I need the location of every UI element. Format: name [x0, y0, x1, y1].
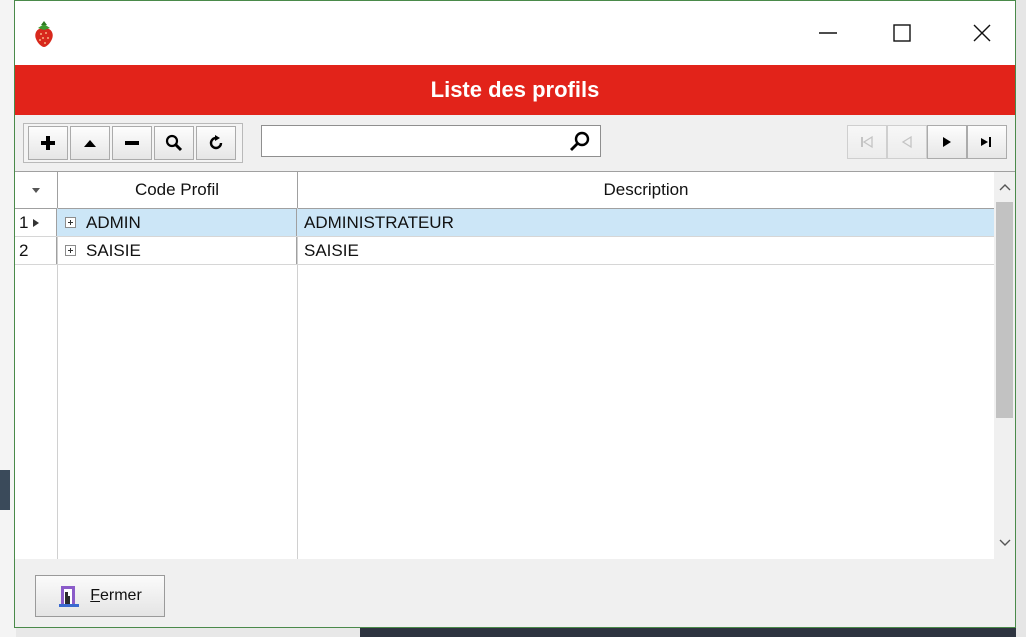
row-number: 2 [19, 240, 29, 260]
last-record-button[interactable] [967, 125, 1007, 159]
row-indicator: 2 [15, 237, 57, 264]
table-row[interactable]: 2 SAISIE SAISIE [15, 237, 994, 265]
search-input[interactable] [266, 130, 560, 154]
table-row[interactable]: 1 ADMIN ADMINISTRATEUR [15, 209, 994, 237]
scroll-up-button[interactable] [994, 176, 1015, 198]
cell-code[interactable]: ADMIN [57, 209, 297, 236]
close-icon [973, 24, 991, 42]
footer: Fermer [15, 559, 1015, 627]
row-indicator: 1 [15, 209, 57, 236]
minimize-button[interactable] [805, 15, 851, 51]
close-button[interactable]: Fermer [35, 575, 165, 617]
last-record-icon [981, 137, 991, 147]
expand-icon[interactable] [65, 245, 76, 256]
remove-icon [125, 141, 139, 145]
previous-record-icon [901, 135, 912, 149]
cell-description[interactable]: SAISIE [298, 237, 994, 264]
desktop-right-strip [1016, 0, 1026, 637]
refresh-button[interactable] [196, 126, 236, 160]
close-button-label: Fermer [90, 587, 142, 604]
first-record-icon [861, 135, 873, 149]
cell-code-text: ADMIN [86, 212, 141, 232]
remove-button[interactable] [112, 126, 152, 160]
row-number: 1 [19, 212, 29, 232]
chevron-down-icon [999, 539, 1010, 546]
maximize-button[interactable] [879, 15, 925, 51]
strawberry-icon [35, 21, 53, 47]
record-actions [23, 123, 243, 163]
search-icon[interactable] [568, 130, 592, 154]
column-header-description[interactable]: Description [298, 172, 994, 208]
desktop-left-block [0, 470, 10, 510]
move-up-button[interactable] [70, 126, 110, 160]
column-selector[interactable] [15, 172, 58, 208]
first-record-button[interactable] [847, 125, 887, 159]
vertical-scrollbar[interactable] [994, 172, 1015, 560]
maximize-icon [893, 24, 911, 42]
previous-record-button[interactable] [887, 125, 927, 159]
profiles-grid: Code Profil Description 1 ADMIN ADMINIST… [15, 171, 1015, 560]
chevron-down-icon [32, 188, 40, 193]
page-title: Liste des profils [430, 77, 600, 102]
profiles-window: Liste des profils Code Profil Descriptio… [14, 0, 1016, 628]
move-up-icon [84, 140, 96, 147]
close-window-button[interactable] [959, 15, 1005, 51]
scrollbar-thumb[interactable] [996, 202, 1013, 418]
current-row-icon [33, 218, 40, 227]
cell-code-text: SAISIE [86, 240, 141, 260]
cell-description[interactable]: ADMINISTRATEUR [298, 209, 994, 236]
refresh-icon [209, 135, 223, 150]
record-navigation [847, 125, 1007, 159]
window-header: Liste des profils [15, 65, 1015, 115]
desktop-bottom-strip [360, 628, 1026, 637]
expand-icon[interactable] [65, 217, 76, 228]
zoom-icon [165, 134, 183, 152]
add-icon [41, 136, 55, 150]
title-bar[interactable] [15, 1, 1015, 65]
minimize-icon [819, 32, 837, 34]
toolbar [15, 115, 1015, 171]
add-button[interactable] [28, 126, 68, 160]
chevron-up-icon [999, 184, 1010, 191]
exit-door-icon [59, 586, 80, 607]
column-header-code[interactable]: Code Profil [57, 172, 298, 208]
next-record-icon [943, 137, 951, 147]
grid-header: Code Profil Description [15, 172, 994, 209]
scroll-down-button[interactable] [994, 532, 1015, 554]
cell-code[interactable]: SAISIE [57, 237, 297, 264]
search-field[interactable] [261, 125, 601, 157]
next-record-button[interactable] [927, 125, 967, 159]
zoom-button[interactable] [154, 126, 194, 160]
